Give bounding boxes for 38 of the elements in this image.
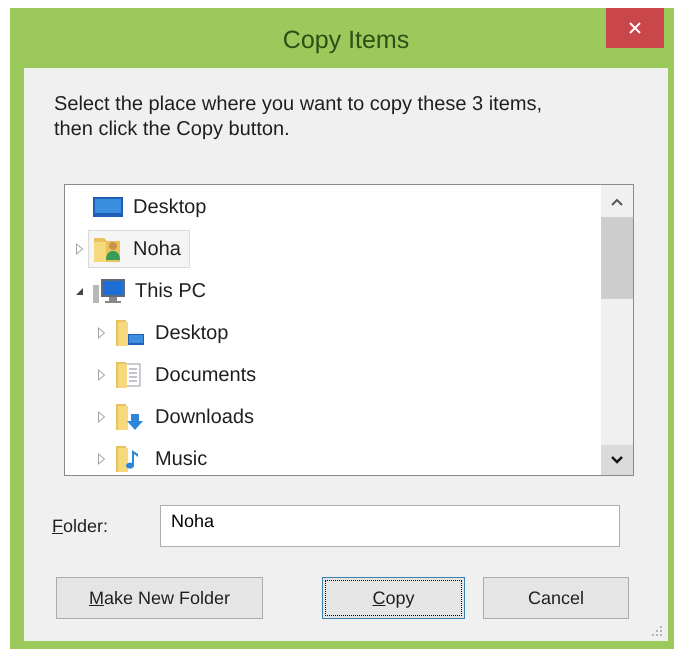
tree-item-label: Documents	[155, 364, 256, 386]
tree-item[interactable]: Desktop	[88, 188, 216, 226]
tree-item-label: Desktop	[133, 196, 206, 218]
tree-item[interactable]: Desktop	[110, 314, 238, 352]
close-button[interactable]	[606, 8, 664, 48]
folder-label: Folder:	[52, 516, 110, 536]
tree-item[interactable]: Music	[110, 440, 216, 478]
tree-item[interactable]: Noha	[88, 230, 190, 268]
resize-grip-icon[interactable]	[651, 625, 663, 637]
tree-item-label: Downloads	[155, 406, 254, 428]
expand-arrow-icon[interactable]	[97, 411, 106, 423]
folder-input-field[interactable]: Noha	[160, 505, 620, 547]
downloads-folder-icon	[114, 402, 146, 432]
dialog-button[interactable]: Copy	[322, 577, 465, 619]
expand-arrow-icon[interactable]	[97, 453, 106, 465]
window-title: Copy Items	[282, 26, 410, 54]
tree-item-label: Music	[155, 448, 208, 470]
scrollbar-thumb[interactable]	[601, 217, 633, 299]
tree-item-label: Desktop	[155, 322, 228, 344]
dialog-button[interactable]: Cancel	[483, 577, 629, 619]
computer-icon	[92, 277, 126, 305]
expand-arrow-icon[interactable]	[75, 243, 84, 255]
folder-monitor-icon	[114, 318, 146, 348]
tree-item[interactable]: Downloads	[110, 398, 263, 436]
close-icon	[629, 22, 641, 34]
dialog-button[interactable]: Make New Folder	[56, 577, 263, 619]
scroll-down-icon[interactable]	[610, 455, 624, 465]
expand-arrow-icon[interactable]	[97, 327, 106, 339]
scrollbar[interactable]	[601, 185, 633, 475]
monitor-icon	[92, 195, 124, 219]
tree-item[interactable]: Documents	[110, 356, 266, 394]
instruction-text: Select the place where you want to copy these 3 items, then click the Copy button.	[54, 92, 544, 142]
tree-item-label: Noha	[133, 238, 181, 260]
tree-item[interactable]: This PC	[88, 272, 216, 310]
tree-item-label: This PC	[135, 280, 206, 302]
collapse-arrow-icon[interactable]	[75, 286, 84, 296]
scroll-up-icon[interactable]	[610, 197, 624, 207]
expand-arrow-icon[interactable]	[97, 369, 106, 381]
